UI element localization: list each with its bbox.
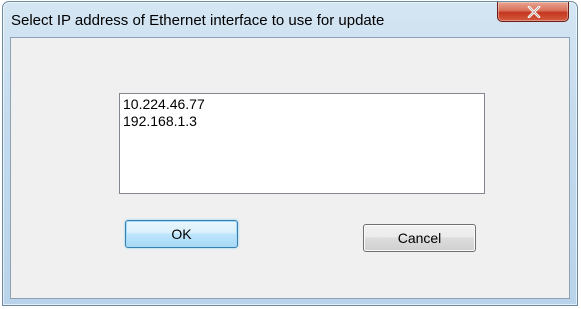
- ip-address-listbox[interactable]: 10.224.46.77 192.168.1.3: [119, 93, 485, 194]
- list-item[interactable]: 192.168.1.3: [123, 113, 481, 130]
- ok-button[interactable]: OK: [125, 220, 238, 248]
- dialog-client-area: 10.224.46.77 192.168.1.3 OK Cancel: [10, 37, 570, 299]
- list-item[interactable]: 10.224.46.77: [123, 96, 481, 113]
- window-title: Select IP address of Ethernet interface …: [11, 12, 385, 29]
- close-button[interactable]: [497, 2, 569, 22]
- title-bar[interactable]: Select IP address of Ethernet interface …: [3, 2, 577, 36]
- close-x-icon: [527, 6, 541, 18]
- dialog-window: Select IP address of Ethernet interface …: [2, 1, 578, 306]
- cancel-button[interactable]: Cancel: [363, 224, 476, 252]
